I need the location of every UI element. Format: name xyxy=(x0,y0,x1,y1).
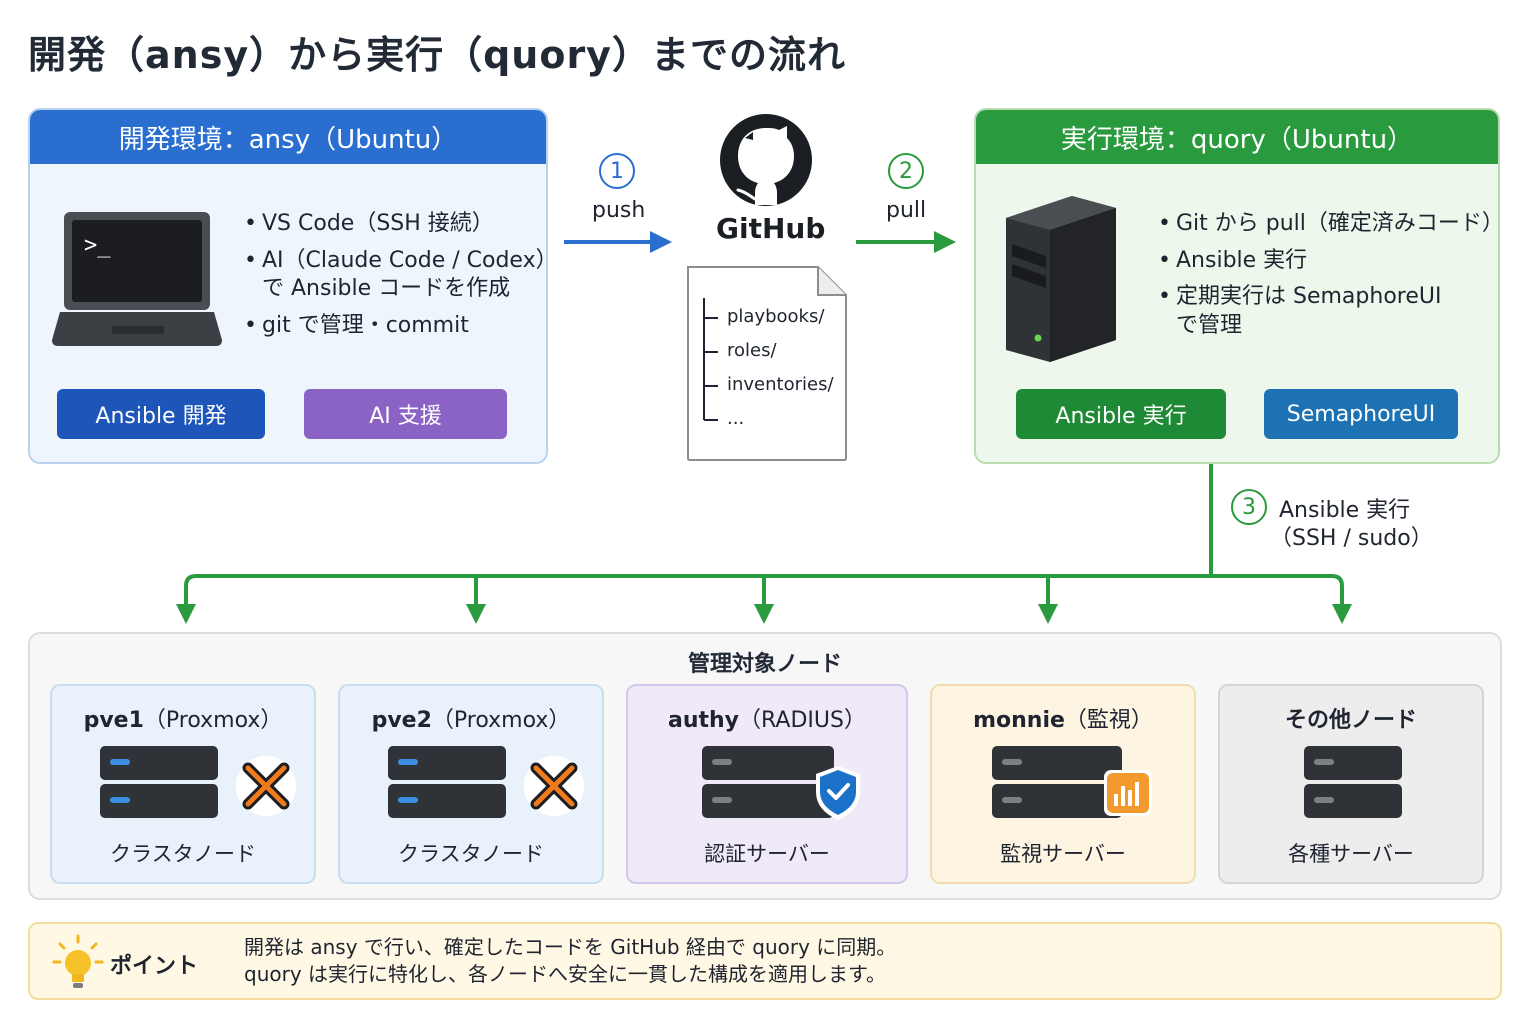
repo-item-playbooks: playbooks/ xyxy=(727,306,825,327)
step1-number: 1 xyxy=(599,153,635,189)
ansible-run-badge: Ansible 実行 xyxy=(1016,389,1226,439)
ai-support-badge: AI 支援 xyxy=(304,389,507,439)
github-label: GitHub xyxy=(716,212,826,245)
proxmox-icon xyxy=(524,756,584,816)
dev-bullet-2: AI（Claude Code / Codex）で Ansible コードを作成 xyxy=(244,247,558,304)
node-card-other: その他ノード 各種サーバー xyxy=(1218,684,1484,884)
proxmox-icon xyxy=(236,756,296,816)
step3-number: 3 xyxy=(1231,489,1267,525)
point-box: ポイント 開発は ansy で行い、確定したコードを GitHub 経由で qu… xyxy=(28,922,1502,1000)
managed-nodes-panel: 管理対象ノード pve1（Proxmox） クラスタノード pve2（Proxm… xyxy=(28,632,1502,900)
node-description: 各種サーバー xyxy=(1288,842,1414,866)
pull-arrow xyxy=(856,231,956,253)
run-bullet-3: 定期実行は SemaphoreUIで管理 xyxy=(1158,283,1504,340)
chart-icon xyxy=(1104,770,1152,816)
repo-item-roles: roles/ xyxy=(727,340,777,361)
repository-document xyxy=(687,266,847,461)
node-description: 認証サーバー xyxy=(704,842,830,866)
node-description: クラスタノード xyxy=(110,842,256,866)
node-card-monnie: monnie（監視） 監視サーバー xyxy=(930,684,1196,884)
point-line-2: quory は実行に特化し、各ノードへ安全に一貫した構成を適用します。 xyxy=(244,962,887,986)
run-bullet-1: Git から pull（確定済みコード） xyxy=(1158,210,1504,239)
repo-item-more: ... xyxy=(727,408,745,429)
dev-bullet-3: git で管理・commit xyxy=(244,312,558,341)
semaphoreui-badge: SemaphoreUI xyxy=(1264,389,1458,439)
step2-label: pull xyxy=(886,198,927,223)
node-card-pve1: pve1（Proxmox） クラスタノード xyxy=(50,684,316,884)
point-text: 開発は ansy で行い、確定したコードを GitHub 経由で quory に… xyxy=(244,934,896,988)
dev-environment-header: 開発環境：ansy（Ubuntu） xyxy=(30,110,546,164)
github-icon xyxy=(720,114,812,206)
run-bullet-list: Git から pull（確定済みコード） Ansible 実行 定期実行は Se… xyxy=(1158,210,1504,348)
push-arrow xyxy=(564,231,672,253)
node-card-authy: authy（RADIUS） 認証サーバー xyxy=(626,684,908,884)
node-description: 監視サーバー xyxy=(1000,842,1126,866)
ansible-dev-badge: Ansible 開発 xyxy=(57,389,265,439)
page-title: 開発（ansy）から実行（quory）までの流れ xyxy=(28,33,846,77)
step2-number: 2 xyxy=(888,153,924,189)
point-label: ポイント xyxy=(110,954,199,979)
node-card-pve2: pve2（Proxmox） クラスタノード xyxy=(338,684,604,884)
managed-nodes-title: 管理対象ノード xyxy=(687,652,842,677)
run-bullet-2: Ansible 実行 xyxy=(1158,247,1504,276)
step3-sublabel: （SSH / sudo） xyxy=(1270,526,1433,551)
repo-item-inventories: inventories/ xyxy=(727,374,834,395)
point-line-1: 開発は ansy で行い、確定したコードを GitHub 経由で quory に… xyxy=(244,935,897,959)
step1-label: push xyxy=(592,198,646,223)
node-description: クラスタノード xyxy=(398,842,544,866)
ansible-distribution-lines xyxy=(176,464,1352,624)
dev-bullet-1: VS Code（SSH 接続） xyxy=(244,210,558,239)
run-environment-header: 実行環境：quory（Ubuntu） xyxy=(976,110,1498,164)
lightbulb-icon xyxy=(52,934,104,988)
dev-bullet-list: VS Code（SSH 接続） AI（Claude Code / Codex）で… xyxy=(244,210,558,348)
